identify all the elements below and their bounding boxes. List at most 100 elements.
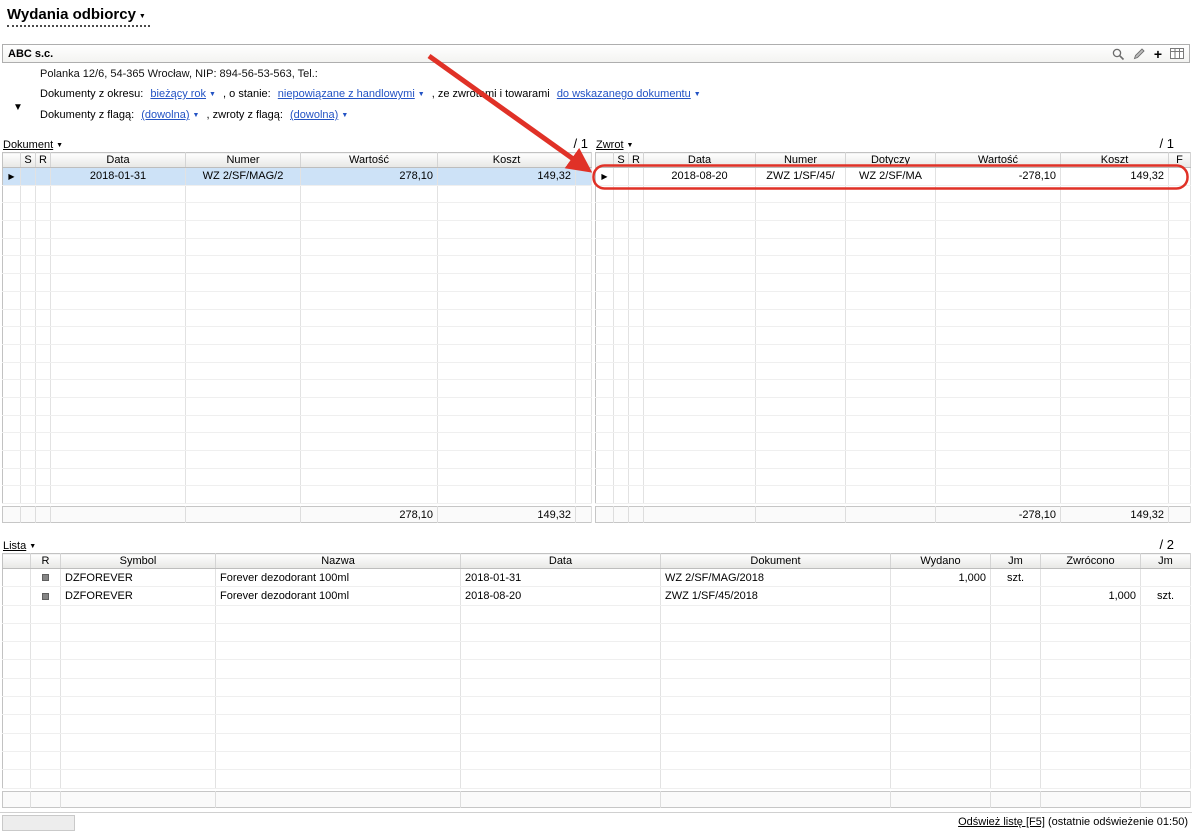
column-header-f[interactable] — [575, 152, 592, 168]
filter-return-flag-dropdown[interactable]: (dowolna) — [290, 109, 348, 121]
returns-menu[interactable]: Zwrot — [596, 139, 633, 151]
column-header-Data[interactable]: Data — [50, 152, 186, 168]
documents-menu[interactable]: Dokument — [3, 139, 63, 151]
cell-wydano[interactable] — [890, 586, 991, 606]
cell-r — [30, 751, 61, 771]
empty-row — [595, 220, 1191, 239]
cell-s[interactable] — [20, 167, 36, 186]
cell-numer[interactable]: ZWZ 1/SF/45/ — [755, 167, 846, 186]
data-row[interactable]: 2018-01-31WZ 2/SF/MAG/2278,10149,32 — [2, 167, 592, 186]
column-header-Dokument[interactable]: Dokument — [660, 553, 891, 569]
search-icon[interactable] — [1111, 47, 1125, 61]
cell-koszt[interactable]: 149,32 — [437, 167, 576, 186]
table-columns-icon[interactable] — [1170, 47, 1184, 60]
cell-nazwa[interactable]: Forever dezodorant 100ml — [215, 568, 461, 588]
column-header-Data[interactable]: Data — [643, 152, 756, 168]
column-header-F[interactable]: F — [1168, 152, 1191, 168]
cell-numer[interactable]: WZ 2/SF/MAG/2 — [185, 167, 301, 186]
filter-state-label: , o stanie: — [223, 88, 271, 100]
cell-data[interactable]: 2018-08-20 — [460, 586, 661, 606]
items-menu[interactable]: Lista — [3, 540, 36, 552]
column-header-Koszt[interactable]: Koszt — [437, 152, 576, 168]
customer-selector-bar[interactable]: ABC s.c. — [2, 44, 1190, 63]
cell-f — [1168, 362, 1191, 381]
column-header-S[interactable]: S — [20, 152, 36, 168]
cell-symbol[interactable]: DZFOREVER — [60, 568, 216, 588]
cell-dotyczy — [845, 397, 936, 416]
column-header-Data[interactable]: Data — [460, 553, 661, 569]
cell-s[interactable] — [613, 167, 629, 186]
column-header-sel[interactable] — [2, 553, 31, 569]
column-header-Symbol[interactable]: Symbol — [60, 553, 216, 569]
cell-nazwa[interactable]: Forever dezodorant 100ml — [215, 586, 461, 606]
cell-data — [643, 432, 756, 451]
column-header-R[interactable]: R — [628, 152, 644, 168]
cell-dotyczy — [845, 362, 936, 381]
cell-f[interactable] — [1168, 167, 1191, 186]
column-header-Dotyczy[interactable]: Dotyczy — [845, 152, 936, 168]
cell-symbol[interactable]: DZFOREVER — [60, 586, 216, 606]
cell-wartosc[interactable]: 278,10 — [300, 167, 438, 186]
cell-koszt — [437, 362, 576, 381]
cell-arrow — [595, 309, 614, 328]
edit-pencil-icon[interactable] — [1133, 47, 1146, 60]
data-row[interactable]: DZFOREVER Forever dezodorant 100ml 2018-01… — [2, 568, 1191, 588]
column-header-Zwrócono[interactable]: Zwrócono — [1040, 553, 1141, 569]
cell-r[interactable] — [30, 586, 61, 606]
column-header-Numer[interactable]: Numer — [185, 152, 301, 168]
filter-state-dropdown[interactable]: niepowiązane z handlowymi — [278, 88, 425, 100]
cell-wartosc[interactable]: -278,10 — [935, 167, 1061, 186]
cell-wydano[interactable]: 1,000 — [890, 568, 991, 588]
column-header-Wydano[interactable]: Wydano — [890, 553, 991, 569]
column-header-R[interactable]: R — [35, 152, 51, 168]
cell-sel[interactable] — [2, 568, 31, 588]
filter-period-dropdown[interactable]: bieżący rok — [150, 88, 216, 100]
column-header-R[interactable]: R — [30, 553, 61, 569]
cell-koszt[interactable]: 149,32 — [1060, 167, 1169, 186]
column-header-Jm[interactable]: Jm — [1140, 553, 1191, 569]
column-header-Koszt[interactable]: Koszt — [1060, 152, 1169, 168]
cell-r[interactable] — [628, 167, 644, 186]
cell-sel[interactable] — [2, 586, 31, 606]
cell-jm2[interactable] — [1140, 568, 1191, 588]
cell-zwrocono[interactable] — [1040, 568, 1141, 588]
data-row[interactable]: 2018-08-20ZWZ 1/SF/45/WZ 2/SF/MA-278,101… — [595, 167, 1191, 186]
cell-data — [50, 202, 186, 222]
column-header-arrow[interactable] — [595, 152, 614, 168]
returns-menu-label: Zwrot — [596, 139, 624, 151]
cell-r[interactable] — [30, 568, 61, 588]
column-header-Wartość[interactable]: Wartość — [300, 152, 438, 168]
cell-dotyczy[interactable]: WZ 2/SF/MA — [845, 167, 936, 186]
cell-data[interactable]: 2018-01-31 — [50, 167, 186, 186]
cell-f[interactable] — [575, 167, 592, 186]
cell-data[interactable]: 2018-08-20 — [643, 167, 756, 186]
cell-zwrocono[interactable]: 1,000 — [1040, 586, 1141, 606]
filter-target-doc-dropdown[interactable]: do wskazanego dokumentu — [557, 88, 701, 100]
collapse-filters-icon[interactable] — [13, 101, 23, 113]
cell-wydano — [890, 769, 991, 789]
column-header-Wartość[interactable]: Wartość — [935, 152, 1061, 168]
page-title[interactable]: Wydania odbiorcy — [7, 6, 150, 27]
cell-r[interactable] — [35, 167, 51, 186]
sum-f — [575, 506, 592, 523]
data-row[interactable]: DZFOREVER Forever dezodorant 100ml 2018-08… — [2, 586, 1191, 606]
cell-data[interactable]: 2018-01-31 — [460, 568, 661, 588]
refresh-link[interactable]: Odśwież listę [F5] — [958, 816, 1045, 828]
column-header-Nazwa[interactable]: Nazwa — [215, 553, 461, 569]
cell-jm1[interactable] — [990, 586, 1041, 606]
column-header-arrow[interactable] — [2, 152, 21, 168]
add-plus-icon[interactable] — [1154, 48, 1162, 60]
column-header-Jm[interactable]: Jm — [990, 553, 1041, 569]
cell-dokument[interactable]: WZ 2/SF/MAG/2018 — [660, 568, 891, 588]
column-header-S[interactable]: S — [613, 152, 629, 168]
sum-wydano — [890, 791, 991, 808]
cell-wydano — [890, 623, 991, 643]
column-header-Numer[interactable]: Numer — [755, 152, 846, 168]
cell-arrow[interactable] — [595, 167, 614, 186]
filter-flag-dropdown[interactable]: (dowolna) — [141, 109, 199, 121]
row-status-marker-icon — [42, 574, 49, 582]
cell-jm2[interactable]: szt. — [1140, 586, 1191, 606]
cell-arrow[interactable] — [2, 167, 21, 186]
cell-jm1[interactable]: szt. — [990, 568, 1041, 588]
cell-dokument[interactable]: ZWZ 1/SF/45/2018 — [660, 586, 891, 606]
